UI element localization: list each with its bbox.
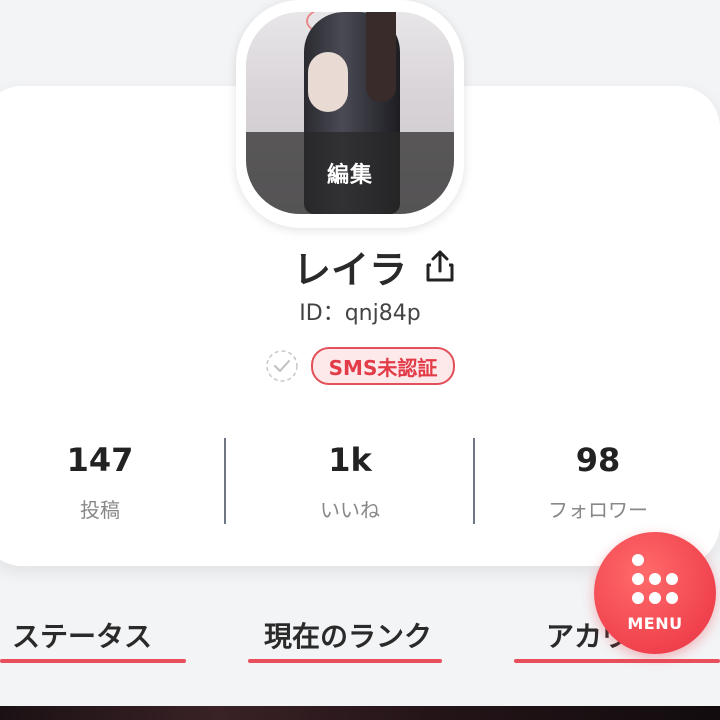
- name-row: レイラ: [0, 240, 720, 292]
- menu-button[interactable]: MENU: [594, 532, 716, 654]
- stat-label: いいね: [320, 498, 380, 522]
- tab-underline: [514, 659, 720, 663]
- tab-status[interactable]: ステータス: [12, 615, 152, 665]
- check-circle-icon: [265, 350, 298, 382]
- tab-underline: [0, 659, 186, 663]
- stat-value: 98: [575, 441, 621, 479]
- avatar-frame: 編集: [236, 0, 464, 228]
- stat-value: 1k: [328, 441, 372, 479]
- content-preview-strip: [0, 706, 720, 720]
- sms-unverified-badge[interactable]: SMS未認証: [310, 347, 456, 385]
- verification-row: SMS未認証: [0, 346, 720, 386]
- stat-divider: [224, 438, 226, 524]
- avatar[interactable]: 編集: [246, 12, 454, 214]
- stat-divider: [473, 438, 475, 524]
- stat-label: フォロワー: [548, 498, 648, 522]
- display-name: レイラ: [292, 247, 407, 292]
- tab-underline: [248, 659, 442, 663]
- stat-posts[interactable]: 147 投稿: [0, 438, 200, 523]
- tab-current-rank[interactable]: 現在のランク: [264, 615, 432, 665]
- stat-likes[interactable]: 1k いいね: [250, 438, 450, 523]
- stat-followers[interactable]: 98 フォロワー: [498, 438, 698, 523]
- avatar-figure-skin: [308, 52, 348, 112]
- avatar-figure-hair: [366, 12, 396, 102]
- stat-label: 投稿: [80, 498, 120, 522]
- menu-dots-icon: [632, 554, 678, 604]
- avatar-edit-button[interactable]: 編集: [246, 132, 454, 214]
- user-id: ID：qnj84p: [299, 301, 421, 326]
- stat-value: 147: [66, 441, 134, 479]
- share-icon[interactable]: [425, 249, 455, 283]
- menu-label: MENU: [627, 614, 683, 633]
- stats-row: 147 投稿 1k いいね 98 フォロワー: [0, 438, 720, 528]
